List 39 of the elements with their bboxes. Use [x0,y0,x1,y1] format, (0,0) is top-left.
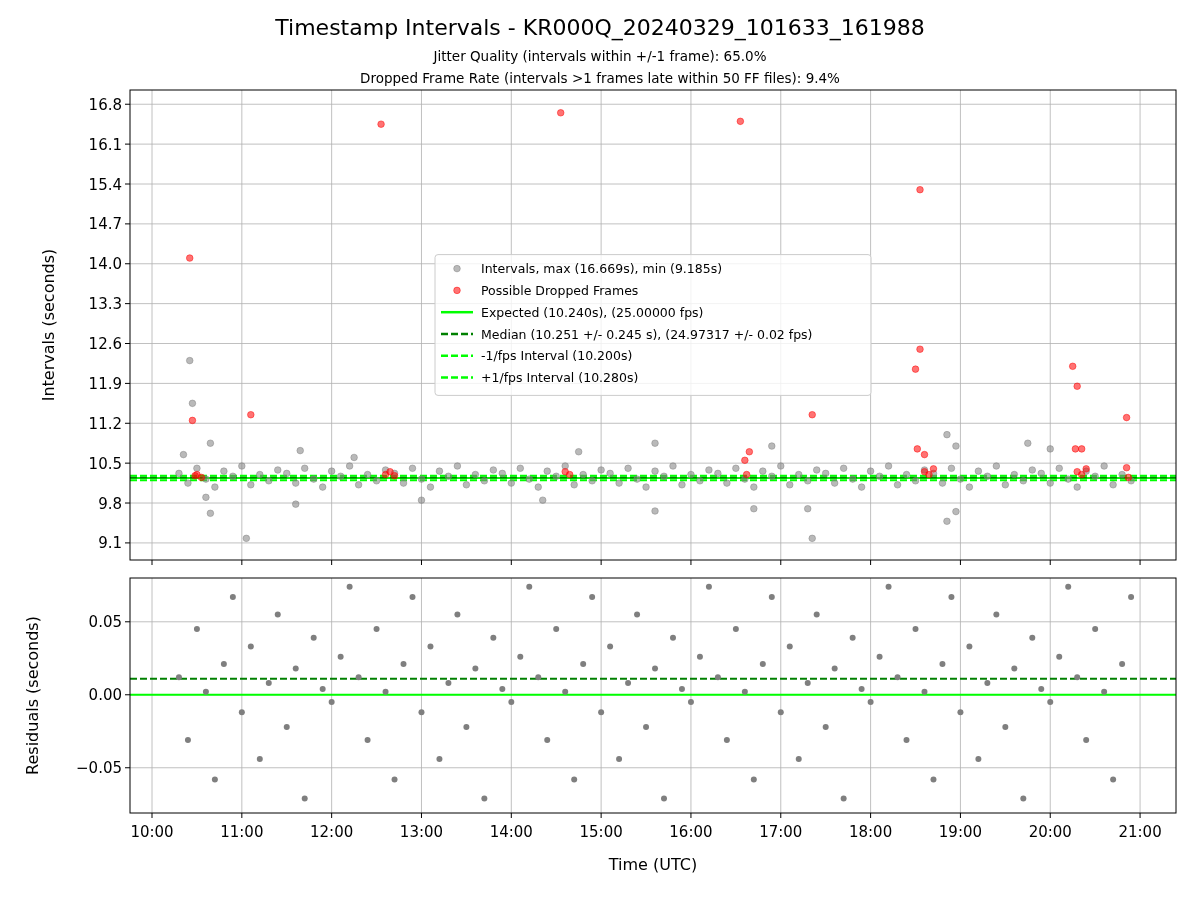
tick-label: 13.3 [88,295,122,314]
tick-label: −0.05 [76,759,122,778]
chart-subtitle: Dropped Frame Rate (intervals >1 frames late within 50 FF files): 9.4% [360,69,840,88]
tick-label: 9.1 [98,534,122,553]
legend-label: -1/fps Interval (10.200s) [481,348,633,364]
tick-label: 9.8 [98,494,122,513]
tick-label: 11.9 [88,374,122,393]
tick-label: 16:00 [669,823,713,841]
tick-label: 14.0 [88,255,122,274]
axis-label: Residuals (seconds) [23,616,42,775]
tick-label: 17:00 [759,823,803,841]
tick-label: 0.05 [88,613,122,632]
tick-label: 12:00 [310,823,354,841]
axis-label: Time (UTC) [608,855,698,874]
tick-label: 16.1 [88,135,122,154]
chart-subtitle: Jitter Quality (intervals within +/-1 frame): 65.0% [433,47,767,66]
tick-label: 0.00 [88,686,122,705]
legend-label: Expected (10.240s), (25.00000 fps) [481,304,704,320]
tick-label: 11:00 [220,823,264,841]
tick-label: 20:00 [1028,823,1072,841]
tick-label: 21:00 [1118,823,1162,841]
tick-label: 18:00 [849,823,893,841]
tick-label: 13:00 [399,823,444,841]
tick-label: 14:00 [489,823,533,841]
chart-title: Timestamp Intervals - KR000Q_20240329_101633_161988 [275,14,925,42]
tick-label: 16.8 [88,95,122,114]
tick-label: 10.5 [88,454,122,473]
tick-label: 19:00 [938,823,983,841]
legend-label: Possible Dropped Frames [481,282,639,298]
legend-label: Intervals, max (16.669s), min (9.185s) [481,261,723,277]
legend-label: Median (10.251 +/- 0.245 s), (24.97317 +/- 0.02 fps) [481,326,813,342]
tick-label: 11.2 [88,414,122,433]
tick-label: 12.6 [88,335,122,353]
axis-label: Intervals (seconds) [39,248,58,402]
tick-label: 15.4 [88,175,122,194]
legend-label: +1/fps Interval (10.280s) [481,370,639,386]
tick-label: 15:00 [579,823,623,841]
tick-label: 14.7 [88,215,122,234]
tick-label: 10:00 [130,823,174,841]
